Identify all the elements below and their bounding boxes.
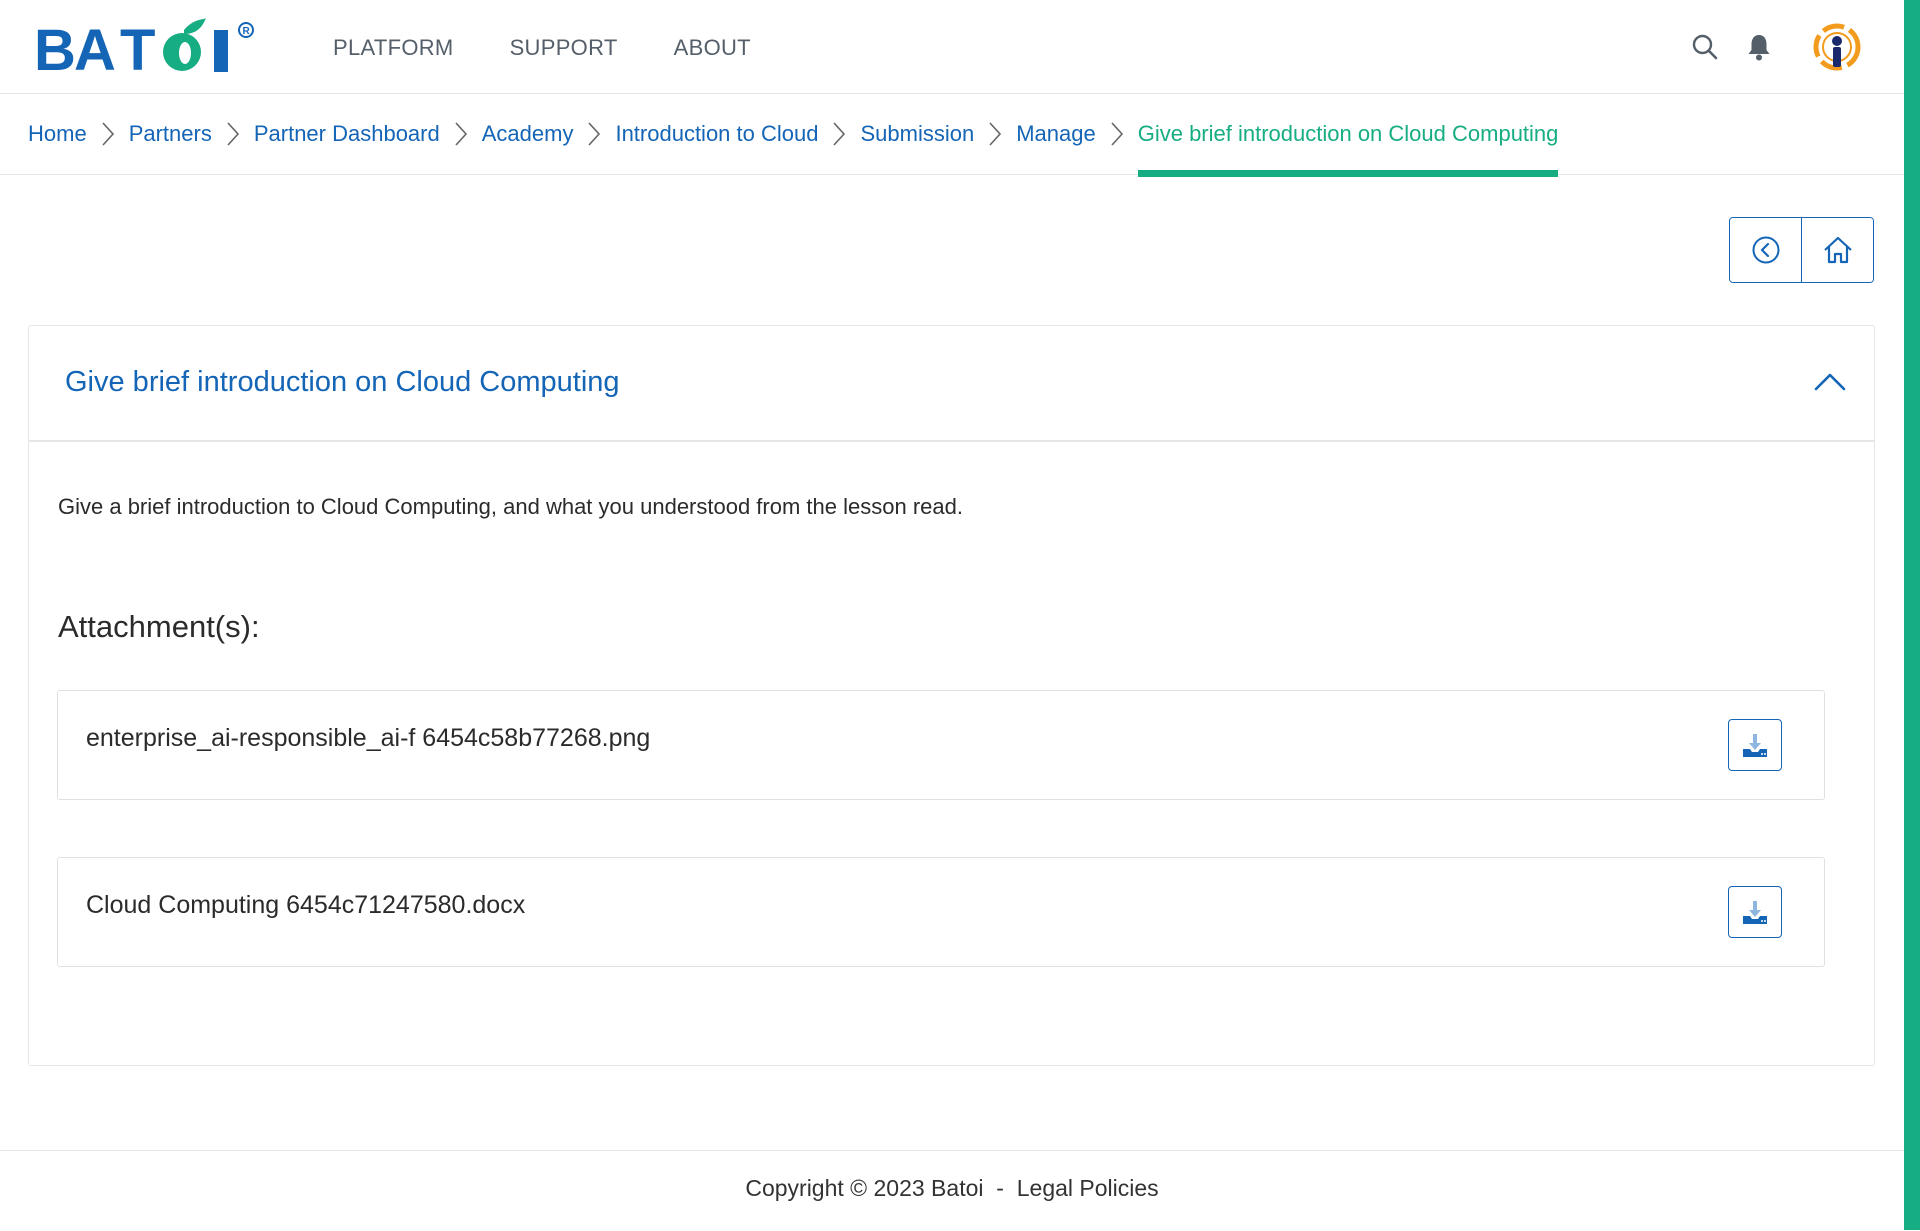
nav-platform[interactable]: PLATFORM	[333, 35, 454, 61]
batoi-logo[interactable]: B A T R	[34, 16, 280, 76]
download-icon	[1743, 901, 1767, 924]
breadcrumb-current: Give brief introduction on Cloud Computi…	[1137, 94, 1558, 177]
top-header: B A T R PLATFORM SUPPORT ABOUT	[0, 0, 1904, 94]
search-button[interactable]	[1690, 32, 1720, 62]
question-description: Give a brief introduction to Cloud Compu…	[58, 494, 963, 519]
copyright-text: Copyright © 2023 Batoi	[745, 1175, 984, 1201]
chevron-right-icon	[974, 94, 1016, 174]
user-avatar[interactable]	[1812, 22, 1862, 72]
nav-about[interactable]: ABOUT	[674, 35, 751, 61]
download-button[interactable]	[1728, 719, 1782, 771]
chevron-right-icon	[818, 94, 860, 174]
legal-policies-link[interactable]: Legal Policies	[1017, 1175, 1159, 1201]
breadcrumb-home[interactable]: Home	[28, 121, 87, 147]
back-button[interactable]	[1730, 218, 1801, 282]
breadcrumb-introduction-to-cloud[interactable]: Introduction to Cloud	[615, 121, 818, 147]
attachment-item: Cloud Computing 6454c71247580.docx	[57, 857, 1825, 967]
chevron-right-icon	[1096, 94, 1138, 174]
header-actions	[1690, 22, 1862, 72]
chevron-right-icon	[87, 94, 129, 174]
main-nav: PLATFORM SUPPORT ABOUT	[333, 35, 751, 61]
chevron-right-icon	[440, 94, 482, 174]
search-icon	[1692, 34, 1718, 60]
attachment-name: enterprise_ai-responsible_ai-f 6454c58b7…	[86, 724, 651, 752]
attachment-name: Cloud Computing 6454c71247580.docx	[86, 891, 526, 919]
breadcrumb-partner-dashboard[interactable]: Partner Dashboard	[254, 121, 440, 147]
chevron-up-icon[interactable]	[1812, 364, 1848, 400]
back-circle-icon	[1752, 236, 1779, 264]
page-toolbar	[1729, 217, 1874, 283]
download-icon	[1743, 734, 1767, 757]
breadcrumb-partners[interactable]: Partners	[129, 121, 212, 147]
svg-text:T: T	[120, 18, 155, 76]
bell-icon	[1748, 35, 1770, 61]
breadcrumb-submission[interactable]: Submission	[860, 121, 974, 147]
breadcrumb: Home Partners Partner Dashboard Academy …	[0, 94, 1904, 177]
download-button[interactable]	[1728, 886, 1782, 938]
right-accent-strip	[1904, 0, 1920, 1230]
card-title: Give brief introduction on Cloud Computi…	[65, 366, 620, 398]
breadcrumb-academy[interactable]: Academy	[482, 121, 574, 147]
chevron-right-icon	[573, 94, 615, 174]
card-header[interactable]: Give brief introduction on Cloud Computi…	[29, 326, 1874, 442]
svg-text:B: B	[34, 18, 74, 76]
nav-support[interactable]: SUPPORT	[510, 35, 618, 61]
home-icon	[1823, 236, 1852, 264]
home-button[interactable]	[1801, 218, 1873, 282]
footer-separator: -	[996, 1175, 1004, 1201]
submission-card: Give brief introduction on Cloud Computi…	[28, 325, 1875, 1066]
chevron-right-icon	[212, 94, 254, 174]
breadcrumb-manage[interactable]: Manage	[1016, 121, 1096, 147]
page: B A T R PLATFORM SUPPORT ABOUT Home Part…	[0, 0, 1904, 1230]
notifications-button[interactable]	[1744, 32, 1774, 62]
svg-text:R: R	[243, 26, 251, 37]
footer-text: Copyright © 2023 Batoi - Legal Policies	[745, 1175, 1158, 1202]
svg-text:A: A	[74, 18, 115, 76]
attachment-item: enterprise_ai-responsible_ai-f 6454c58b7…	[57, 690, 1825, 800]
attachments-heading: Attachment(s):	[58, 609, 260, 644]
footer: Copyright © 2023 Batoi - Legal Policies	[0, 1150, 1904, 1231]
